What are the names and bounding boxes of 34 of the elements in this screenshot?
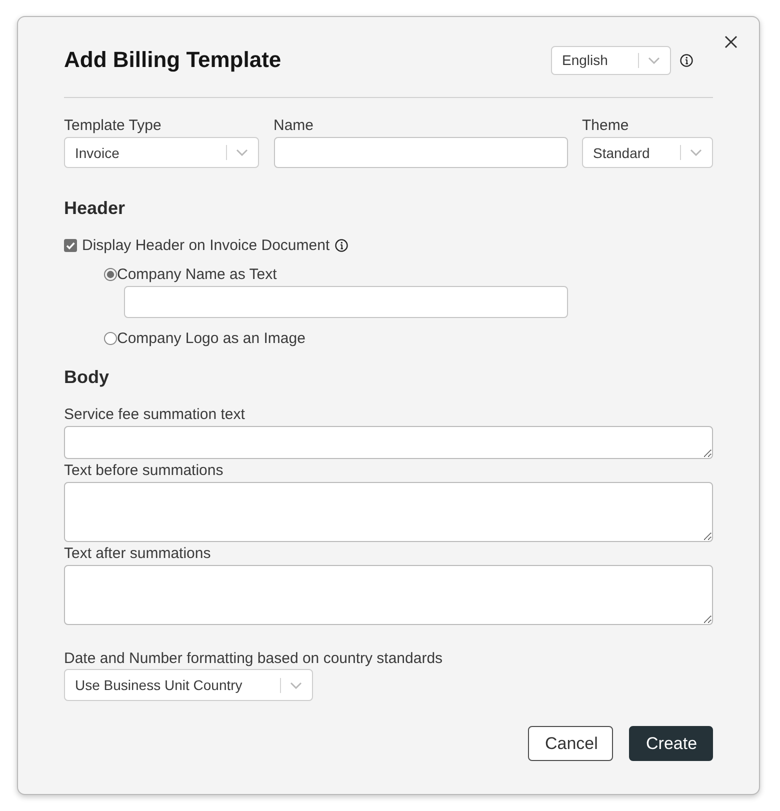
radio-label: Company Logo as an Image bbox=[117, 330, 306, 346]
field-label: Service fee summation text bbox=[64, 405, 246, 425]
close-icon[interactable] bbox=[724, 35, 738, 49]
chevron-down-icon bbox=[648, 56, 660, 64]
dropdown[interactable]: Invoice bbox=[64, 137, 259, 168]
text-area[interactable] bbox=[64, 426, 713, 459]
cancel-button[interactable]: Cancel bbox=[528, 726, 613, 761]
radio-label: Company Name as Text bbox=[117, 266, 277, 282]
section-heading: Header bbox=[64, 197, 126, 220]
radio-button-icon[interactable] bbox=[104, 332, 117, 344]
field-label: Text before summations bbox=[64, 461, 224, 481]
checkbox[interactable] bbox=[64, 238, 77, 252]
chevron-down-icon bbox=[236, 149, 248, 156]
create-button[interactable]: Create bbox=[629, 726, 713, 761]
chevron-down-icon bbox=[290, 682, 302, 688]
dropdown[interactable]: Use Business Unit Country bbox=[64, 669, 313, 701]
input-field[interactable] bbox=[274, 137, 568, 168]
text-area[interactable] bbox=[64, 482, 713, 542]
radio-button-icon[interactable] bbox=[104, 268, 117, 280]
info-icon[interactable] bbox=[680, 54, 693, 66]
field-label: Theme bbox=[582, 116, 630, 136]
text-area[interactable] bbox=[64, 565, 713, 625]
dialog-title: Add Billing Template bbox=[64, 46, 282, 74]
input-field[interactable] bbox=[124, 286, 568, 318]
checkbox-label: Display Header on Invoice Document bbox=[82, 236, 330, 254]
field-label: Date and Number formatting based on country standards bbox=[64, 649, 444, 669]
dropdown[interactable]: Standard bbox=[582, 137, 713, 168]
field-label: Text after summations bbox=[64, 544, 212, 564]
chevron-down-icon bbox=[690, 149, 702, 156]
field-label: Template Type bbox=[64, 116, 162, 136]
field-label: Name bbox=[274, 116, 315, 136]
info-icon[interactable] bbox=[334, 238, 348, 252]
section-heading: Body bbox=[64, 366, 110, 389]
language-dropdown[interactable]: English bbox=[551, 46, 671, 74]
